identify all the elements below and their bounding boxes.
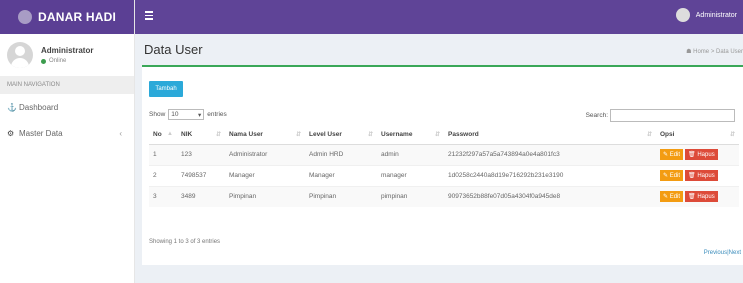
cell-nik: 7498537 (177, 164, 225, 186)
breadcrumb-home[interactable]: Home (693, 49, 709, 55)
sidebar-item-label: Dashboard (19, 102, 59, 112)
column-header-username[interactable]: Username ⇵ (377, 126, 444, 145)
cell-no: 1 (149, 143, 177, 165)
page-header: Data User ☗ Home > Data User (135, 34, 743, 66)
home-icon: ☗ (686, 49, 692, 55)
cell-username: admin (377, 143, 444, 165)
chevron-down-icon: ▾ (198, 111, 202, 119)
pencil-icon: ✎ (663, 173, 669, 179)
cell-no: 2 (149, 164, 177, 186)
page-title: Data User (144, 42, 203, 57)
cell-nik: 123 (177, 143, 225, 165)
nav-header: MAIN NAVIGATION (0, 76, 134, 94)
trash-icon: 🗑 (688, 173, 696, 179)
sort-icon: ▲ (167, 131, 173, 137)
sort-icon: ⇵ (729, 132, 735, 138)
user-status: Online (41, 58, 93, 64)
edit-button[interactable]: ✎ Edit (660, 191, 684, 203)
dashboard-icon: ⚓ (7, 102, 17, 112)
menu-toggle-icon[interactable] (145, 11, 153, 20)
add-user-button[interactable]: Tambah (149, 81, 183, 97)
entries-value: 10 (171, 111, 179, 118)
column-header-nik[interactable]: NIK ⇵ (177, 126, 225, 145)
sidebar-item-label: Master Data (19, 128, 63, 138)
pagination: Previous|Next (704, 250, 741, 256)
user-table: No ▲ NIK ⇵ Nama User ⇵ Level User ⇵ Username… (149, 126, 739, 207)
cell-level-user: Admin HRD (305, 143, 377, 165)
delete-button[interactable]: 🗑 Hapus (685, 191, 718, 203)
cell-username: manager (377, 164, 444, 186)
user-status-label: Online (49, 58, 67, 64)
column-header-level-user[interactable]: Level User ⇵ (305, 126, 377, 145)
avatar (7, 42, 33, 68)
entries-label: entries (207, 111, 227, 118)
column-header-no[interactable]: No ▲ (149, 126, 177, 145)
breadcrumb: ☗ Home > Data User (686, 48, 743, 55)
column-header-nama-user[interactable]: Nama User ⇵ (225, 126, 305, 145)
pencil-icon: ✎ (663, 194, 669, 201)
delete-button[interactable]: 🗑 Hapus (685, 149, 718, 160)
cell-password: 90973652b88fe07d05a4304f0a945de8 (444, 185, 656, 207)
chevron-left-icon: ‹ (119, 128, 122, 138)
next-page-link[interactable]: Next (729, 250, 741, 256)
edit-button[interactable]: ✎ Edit (660, 170, 684, 181)
delete-button[interactable]: 🗑 Hapus (685, 170, 718, 181)
table-row: 3 3489 Pimpinan Pimpinan pimpinan 909736… (149, 185, 739, 207)
cell-opsi: ✎ Edit 🗑 Hapus (656, 185, 739, 207)
main-content: Data User ☗ Home > Data User Tambah Show… (135, 34, 743, 283)
user-menu-label: Administrator (695, 11, 737, 19)
cell-password: 1d0258c2440a8d19e716292b231e3190 (444, 164, 656, 186)
trash-icon: 🗑 (688, 194, 696, 201)
pencil-icon: ✎ (663, 152, 669, 158)
user-name: Administrator (41, 46, 94, 55)
gear-icon: ⚙ (7, 128, 15, 138)
sort-icon: ⇵ (295, 132, 301, 138)
table-header-row: No ▲ NIK ⇵ Nama User ⇵ Level User ⇵ Username… (149, 126, 739, 145)
sort-icon: ⇵ (646, 132, 652, 138)
sort-icon: ⇵ (434, 132, 440, 138)
user-menu[interactable]: Administrator (675, 8, 737, 22)
search-control: Search: (586, 109, 735, 122)
cell-password: 21232f297a57a5a743894a0e4a801fc3 (444, 143, 656, 165)
entries-length-control: Show 10 ▾ entries (149, 109, 227, 120)
breadcrumb-current: Data User (715, 49, 743, 55)
cell-level-user: Pimpinan (305, 185, 377, 207)
table-info: Showing 1 to 3 of 3 entries (149, 239, 221, 245)
cell-nama-user: Manager (225, 164, 305, 186)
brand-emblem-icon (18, 10, 32, 24)
search-input[interactable] (610, 109, 735, 122)
sort-icon: ⇵ (215, 132, 221, 138)
cell-nama-user: Administrator (225, 143, 305, 165)
sort-icon: ⇵ (367, 132, 373, 138)
top-navbar: Administrator (135, 0, 743, 34)
sidebar-item-master-data[interactable]: ⚙ Master Data ‹ (0, 120, 134, 146)
trash-icon: 🗑 (688, 152, 696, 158)
sidebar: DANAR HADI Administrator Online MAIN NAV… (0, 0, 135, 283)
cell-nama-user: Pimpinan (225, 185, 305, 207)
cell-opsi: ✎ Edit 🗑 Hapus (656, 164, 739, 186)
search-label: Search: (585, 112, 608, 119)
table-row: 2 7498537 Manager Manager manager 1d0258… (149, 164, 739, 186)
table-row: 1 123 Administrator Admin HRD admin 2123… (149, 143, 739, 165)
cell-opsi: ✎ Edit 🗑 Hapus (656, 143, 739, 165)
cell-no: 3 (149, 185, 177, 207)
cell-level-user: Manager (305, 164, 377, 186)
cell-username: pimpinan (377, 185, 444, 207)
sidebar-item-dashboard[interactable]: ⚓ Dashboard (0, 94, 134, 120)
data-user-box: Tambah Show 10 ▾ entries Search: No ▲ NIK… (142, 65, 743, 265)
show-label: Show (149, 111, 166, 118)
edit-button[interactable]: ✎ Edit (660, 149, 684, 160)
entries-select[interactable]: 10 ▾ (168, 109, 205, 120)
column-header-password[interactable]: Password ⇵ (444, 126, 656, 145)
user-panel: Administrator Online (0, 38, 134, 72)
avatar (675, 8, 690, 22)
column-header-opsi[interactable]: Opsi ⇵ (656, 126, 739, 145)
cell-nik: 3489 (177, 185, 225, 207)
brand-name: DANAR HADI (38, 10, 116, 24)
online-status-icon (41, 58, 46, 64)
previous-page-link[interactable]: Previous (704, 250, 727, 256)
brand-logo[interactable]: DANAR HADI (0, 0, 134, 34)
